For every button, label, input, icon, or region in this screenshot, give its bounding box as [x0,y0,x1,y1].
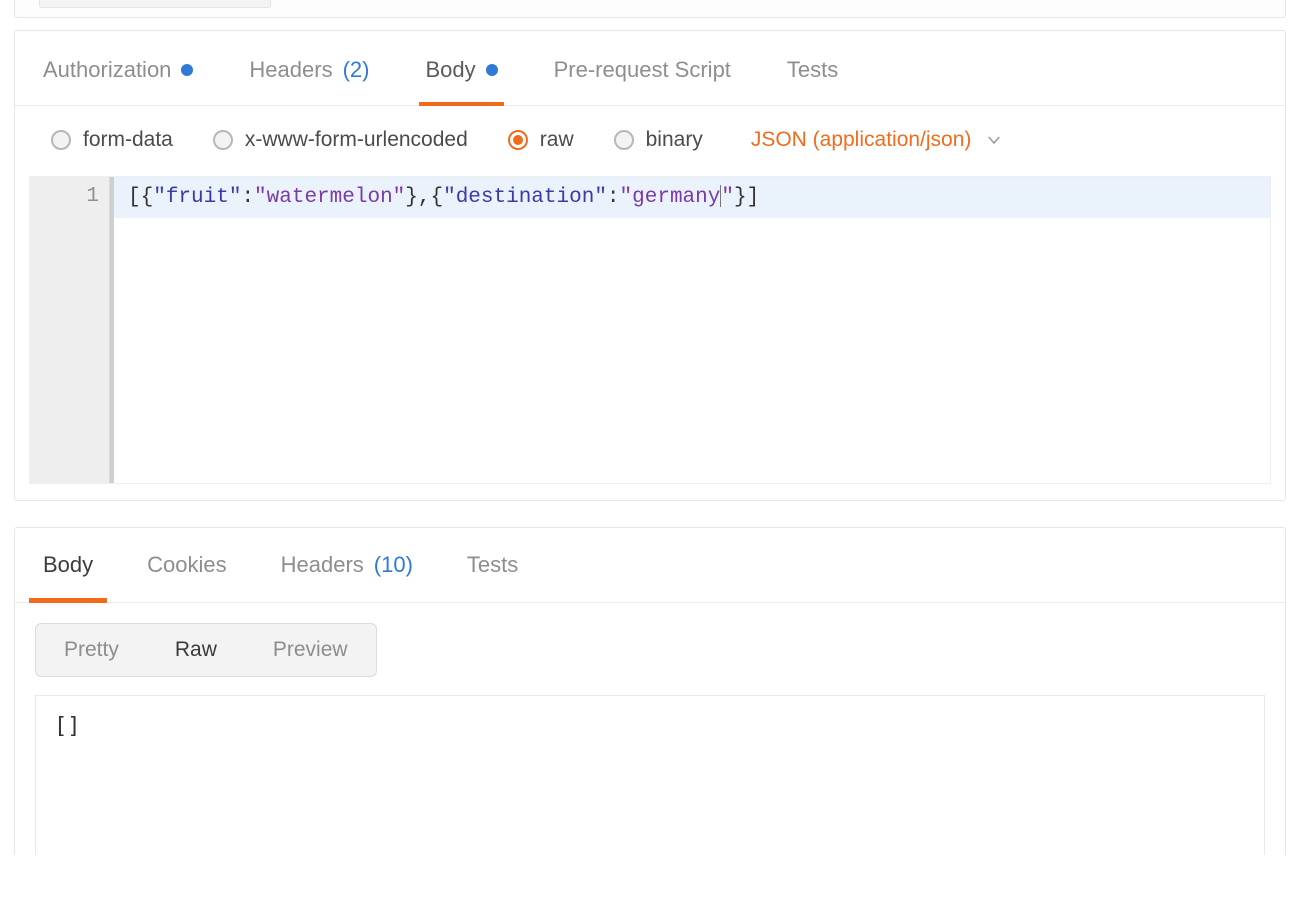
radio-urlencoded-label: x-www-form-urlencoded [245,128,468,152]
url-bar-stub [14,0,1286,18]
response-tab-body-label: Body [43,552,93,578]
tab-authorization-label: Authorization [43,57,171,83]
radio-icon [51,130,71,150]
request-panel: Authorization Headers (2) Body Pre-reque… [14,30,1286,501]
line-number: 1 [30,185,99,208]
editor-code-area[interactable]: [{"fruit":"watermelon"},{"destination":"… [110,177,1270,483]
radio-binary[interactable]: binary [614,128,703,152]
radio-binary-label: binary [646,128,703,152]
request-body-editor[interactable]: 1 [{"fruit":"watermelon"},{"destination"… [29,176,1271,484]
modified-dot-icon [486,64,498,76]
view-mode-raw[interactable]: Raw [147,624,245,676]
tab-headers[interactable]: Headers (2) [245,31,373,105]
response-view-mode: Pretty Raw Preview [35,623,377,677]
content-type-dropdown[interactable]: JSON (application/json) [751,128,1004,152]
view-mode-preview[interactable]: Preview [245,624,376,676]
body-type-selector: form-data x-www-form-urlencoded raw bina… [15,106,1285,170]
code-line-1[interactable]: [{"fruit":"watermelon"},{"destination":"… [114,177,1270,218]
response-panel: Body Cookies Headers (10) Tests Pretty R… [14,527,1286,855]
response-tab-headers-label: Headers [281,552,364,578]
tab-authorization[interactable]: Authorization [39,31,197,105]
radio-icon [508,130,528,150]
request-tabs: Authorization Headers (2) Body Pre-reque… [15,31,1285,106]
content-type-label: JSON (application/json) [751,128,972,152]
tab-headers-label: Headers [249,57,332,83]
tab-tests-label: Tests [787,57,838,83]
response-tabs: Body Cookies Headers (10) Tests [15,528,1285,603]
response-tab-cookies-label: Cookies [147,552,226,578]
chevron-down-icon [985,131,1003,149]
response-body-content[interactable]: [] [35,695,1265,855]
tab-tests[interactable]: Tests [783,31,842,105]
editor-gutter: 1 [30,177,110,483]
radio-icon [614,130,634,150]
response-tab-tests-label: Tests [467,552,518,578]
tab-prerequest-label: Pre-request Script [554,57,731,83]
tab-headers-count: (2) [343,57,370,83]
response-tab-body[interactable]: Body [43,552,93,584]
radio-form-data[interactable]: form-data [51,128,173,152]
response-tab-tests[interactable]: Tests [467,552,518,584]
radio-raw[interactable]: raw [508,128,574,152]
tab-prerequest-script[interactable]: Pre-request Script [550,31,735,105]
radio-urlencoded[interactable]: x-www-form-urlencoded [213,128,468,152]
tab-body[interactable]: Body [421,31,501,105]
modified-dot-icon [181,64,193,76]
radio-raw-label: raw [540,128,574,152]
response-tab-headers-count: (10) [374,552,413,578]
radio-form-data-label: form-data [83,128,173,152]
response-tab-cookies[interactable]: Cookies [147,552,226,584]
tab-body-label: Body [425,57,475,83]
radio-icon [213,130,233,150]
response-view-toolbar: Pretty Raw Preview [15,603,1285,687]
response-tab-headers[interactable]: Headers (10) [281,552,413,584]
view-mode-pretty[interactable]: Pretty [36,624,147,676]
